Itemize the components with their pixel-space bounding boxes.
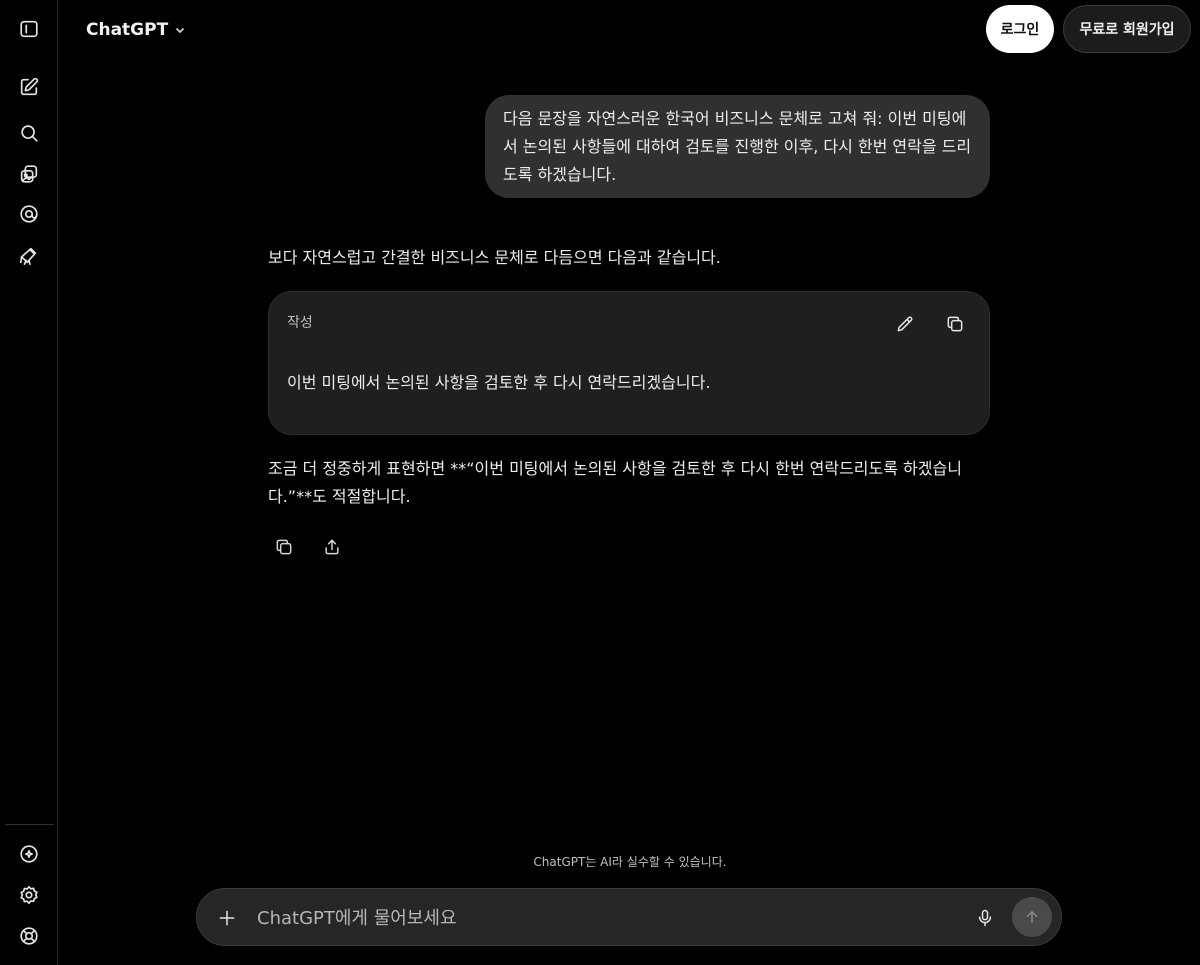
settings-button[interactable] <box>9 877 49 913</box>
app-window: ChatGPT 로그인 무료로 회원가입 다음 문장을 자연스러운 한국어 비즈… <box>0 0 1200 965</box>
help-button[interactable] <box>9 918 49 954</box>
sidebar-toggle-icon <box>20 20 38 38</box>
library-button[interactable] <box>9 156 49 192</box>
copy-icon <box>947 316 963 332</box>
assistant-followup-text: 조금 더 정중하게 표현하면 **“이번 미팅에서 논의된 사항을 검토한 후 … <box>268 459 962 506</box>
chevron-down-icon <box>176 27 185 34</box>
send-arrow-icon <box>1026 911 1038 923</box>
canvas-edit-button[interactable] <box>891 310 919 338</box>
new-chat-button[interactable] <box>9 69 49 105</box>
share-message-button[interactable] <box>317 532 347 562</box>
sidebar-rail <box>0 0 58 965</box>
canvas-text: 이번 미팅에서 논의된 사항을 검토한 후 다시 연락드리겠습니다. <box>287 373 711 392</box>
library-icon <box>20 165 38 183</box>
sidebar-toggle-button[interactable] <box>9 11 49 47</box>
sora-button[interactable] <box>9 196 49 232</box>
settings-icon <box>20 885 38 905</box>
plus-icon <box>219 910 235 926</box>
gpts-icon <box>19 247 37 265</box>
attach-button[interactable] <box>211 902 243 934</box>
copy-icon <box>276 539 292 555</box>
search-icon <box>21 125 38 142</box>
new-chat-icon <box>20 77 39 96</box>
help-icon <box>20 927 38 945</box>
search-chats-button[interactable] <box>9 115 49 151</box>
voice-input-button[interactable] <box>969 902 1001 934</box>
gpts-button[interactable] <box>9 237 49 273</box>
message-input[interactable] <box>257 903 957 933</box>
model-name: ChatGPT <box>86 20 169 40</box>
user-message: 다음 문장을 자연스러운 한국어 비즈니스 문체로 고쳐 줘: 이번 미팅에서 … <box>485 95 990 198</box>
disclaimer-text: ChatGPT는 AI라 실수할 수 있습니다. <box>533 855 727 869</box>
assistant-intro-text: 보다 자연스럽고 간결한 비즈니스 문체로 다듬으면 다음과 같습니다. <box>268 248 721 267</box>
share-icon <box>325 539 339 555</box>
canvas-label: 작성 <box>287 315 313 331</box>
send-button[interactable] <box>1012 897 1052 937</box>
sora-icon <box>20 205 38 223</box>
edit-icon <box>897 316 913 332</box>
sidebar-divider <box>5 824 54 825</box>
copy-message-button[interactable] <box>269 532 299 562</box>
composer <box>196 888 1062 946</box>
login-button[interactable]: 로그인 <box>986 5 1054 53</box>
signup-button[interactable]: 무료로 회원가입 <box>1063 5 1191 53</box>
mic-icon <box>978 909 992 927</box>
model-selector[interactable]: ChatGPT <box>86 17 186 43</box>
canvas-copy-button[interactable] <box>941 310 969 338</box>
canvas-card: 작성 이번 미팅에서 논의된 사항을 검토한 후 다시 연락드리겠습니다. <box>268 291 990 435</box>
